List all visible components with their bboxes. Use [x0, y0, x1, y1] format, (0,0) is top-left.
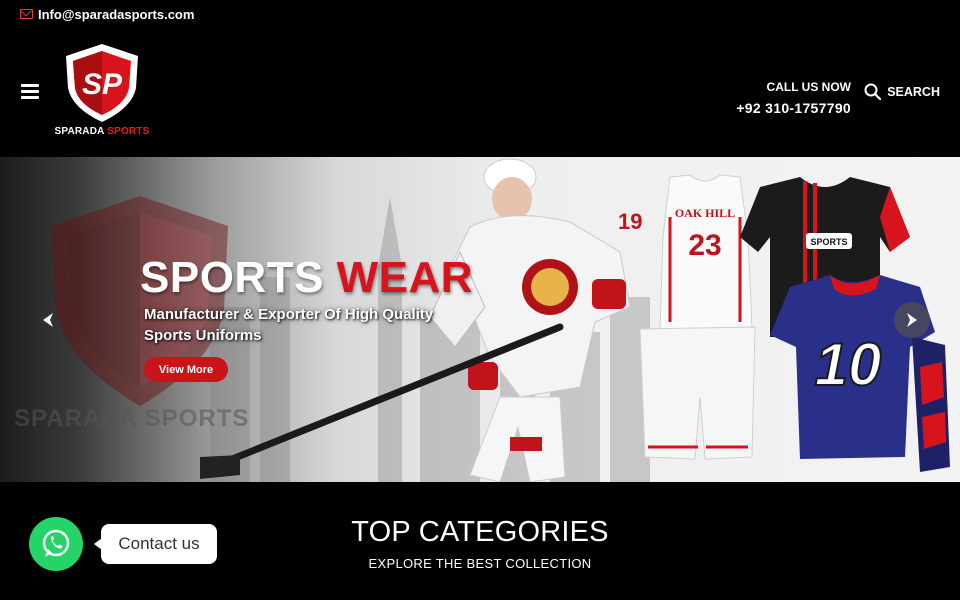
svg-text:10: 10	[815, 331, 882, 398]
call-us-label: CALL US NOW	[766, 80, 851, 94]
whatsapp-button[interactable]	[29, 517, 83, 571]
site-header: SP SPARADA SPORTS CALL US NOW +92 310-17…	[0, 30, 960, 157]
search-icon	[864, 83, 882, 100]
contact-us-bubble[interactable]: Contact us	[94, 524, 217, 564]
shield-logo-icon: SP	[66, 44, 138, 122]
logo-wordmark: SPARADA SPORTS	[54, 126, 150, 137]
svg-text:19: 19	[618, 209, 642, 234]
envelope-icon	[20, 9, 33, 19]
svg-text:SP: SP	[82, 68, 123, 101]
hero-title: SPORTS WEAR	[140, 253, 474, 302]
chevron-left-icon	[43, 313, 53, 327]
hero-slider: SPARADA SPORTS 19 OAK HILL 23 SPORTS 10 …	[0, 157, 960, 482]
site-logo[interactable]: SP SPARADA SPORTS	[50, 42, 154, 138]
chevron-right-icon	[907, 313, 917, 327]
svg-text:SPORTS: SPORTS	[810, 237, 847, 247]
call-us-block: CALL US NOW +92 310-1757790	[736, 80, 851, 116]
view-more-button[interactable]: View More	[144, 357, 228, 382]
menu-icon[interactable]	[21, 84, 39, 99]
slider-prev-button[interactable]	[30, 302, 66, 338]
hero-subtitle: Manufacturer & Exporter Of High Quality …	[144, 306, 434, 344]
svg-text:OAK HILL: OAK HILL	[675, 206, 735, 220]
search-button[interactable]: SEARCH	[864, 83, 940, 100]
search-label: SEARCH	[887, 84, 940, 99]
email-link[interactable]: Info@sparadasports.com	[38, 7, 194, 22]
svg-text:23: 23	[688, 229, 721, 262]
whatsapp-icon	[42, 529, 70, 557]
slider-next-button[interactable]	[894, 302, 930, 338]
topbar: Info@sparadasports.com	[20, 6, 194, 22]
phone-number[interactable]: +92 310-1757790	[736, 100, 851, 116]
